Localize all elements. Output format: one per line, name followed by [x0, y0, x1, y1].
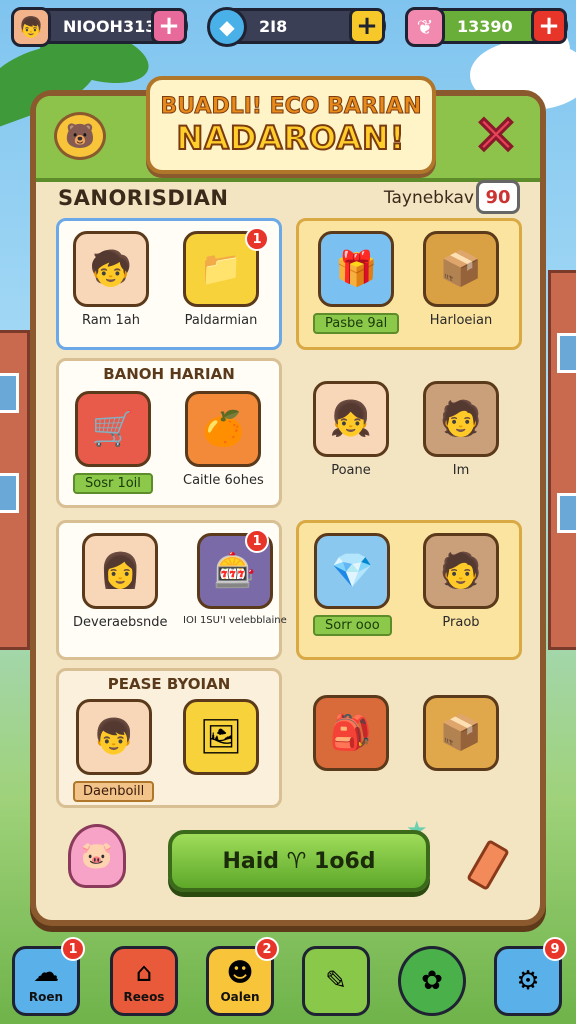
house-left [0, 330, 30, 650]
nav-label: Reeos [123, 990, 165, 1004]
reward-item[interactable]: 🎰 IOI 1SU'I velebblaine [183, 533, 287, 626]
nav-build[interactable]: ✎ [302, 946, 370, 1016]
bottom-nav: ☁ Roen 1 ⌂ Reeos ☻ Oalen 2 ✎ ✿ ⚙ 9 [8, 936, 568, 1016]
house-right [548, 270, 576, 650]
reward-card[interactable]: 👩 Deveraebsnde 🎰 IOI 1SU'I velebblaine 1 [56, 520, 287, 660]
close-icon[interactable]: ✕ [470, 106, 522, 165]
kid-gold-coin-icon: 👦 [75, 699, 152, 775]
reward-item[interactable]: 🛒 Sosr 1oil [73, 391, 153, 494]
red-cart-icon: 🛒 [74, 391, 151, 467]
cloud-face-icon: ☁ [33, 958, 59, 988]
item-label: Ram 1ah [82, 313, 140, 328]
kid-green-hat-icon: 🧑 [423, 381, 499, 457]
section-subtitle: Taynebkav [383, 188, 474, 208]
nav-badge: 2 [255, 937, 279, 961]
item-label: Daenboill [73, 781, 155, 802]
item-label: Sorr ooo [313, 615, 392, 636]
gems-plus-button[interactable]: + [349, 8, 385, 44]
card-header: BANOH HARIAN [103, 365, 235, 383]
item-label: Pasbe 9al [313, 313, 400, 334]
title-banner: BUADLI! ECO BARIAN NADAROAN! [146, 76, 436, 174]
tool-icon: ✎ [325, 966, 347, 996]
reward-item[interactable]: 🎒 [313, 695, 389, 771]
card-header: PEASE BYOIAN [107, 675, 231, 693]
reward-card[interactable]: 🧒 Ram 1ah 📁 Paldarmian 1 [56, 218, 282, 350]
reward-item[interactable]: 🧑 Im [423, 381, 499, 478]
reward-item[interactable]: 💎 Sorr ooo [313, 533, 392, 636]
banner-line-1: BUADLI! ECO BARIAN [160, 93, 422, 119]
card-badge: 1 [245, 227, 269, 251]
reward-item[interactable]: 🍊 Caitle 6ohes [183, 391, 264, 488]
reward-item[interactable]: 👩 Deveraebsnde [73, 533, 168, 630]
gem-icon: ◆ [207, 7, 247, 47]
golden-frame-icon: 🖼 [183, 699, 259, 775]
nav-settings[interactable]: ⚙ 9 [494, 937, 567, 1016]
nav-badge: 9 [543, 937, 567, 961]
reward-item[interactable]: 👧 Poane [313, 381, 389, 478]
reward-item[interactable]: 🖼 [183, 699, 259, 775]
treasure-box-icon: 📦 [423, 695, 499, 771]
wooden-crate-icon: 📦 [423, 231, 499, 307]
top-resource-bar: 👦 NIOOH3130 + ◆ 2I8 + ❦ 13390 + [6, 6, 570, 47]
reward-item[interactable]: 📦 Harloeian [423, 231, 499, 328]
item-label: Praob [442, 615, 480, 630]
bear-face-icon: ☻ [226, 958, 254, 988]
claim-button[interactable]: Haid ♈ 1o6d [168, 830, 430, 892]
blue-chest-icon: 🎁 [318, 231, 395, 307]
orange-fruit-icon: 🍊 [185, 391, 262, 467]
reward-item[interactable]: 🎁 Pasbe 9al [313, 231, 400, 334]
item-label: Poane [331, 463, 371, 478]
banner-line-2: NADAROAN! [176, 118, 406, 158]
kid-pineapple-icon: 👧 [313, 381, 389, 457]
gems-pill[interactable]: ◆ 2I8 + [207, 7, 386, 47]
reward-card[interactable]: PEASE BYOIAN 👦 Daenboill 🖼 [56, 668, 282, 808]
reward-card[interactable]: BANOH HARIAN 🛒 Sosr 1oil 🍊 Caitle 6ohes [56, 358, 282, 508]
nav-map[interactable]: ✿ [398, 946, 466, 1016]
reward-item[interactable]: 🧑 Praob [423, 533, 499, 630]
reward-card[interactable]: 💎 Sorr ooo 🧑 Praob [296, 520, 522, 660]
nav-home[interactable]: ☁ Roen 1 [12, 937, 85, 1016]
nav-shop[interactable]: ⌂ Reeos [110, 946, 178, 1016]
item-label: Deveraebsnde [73, 615, 168, 630]
hearts-pill[interactable]: ❦ 13390 + [405, 7, 568, 47]
blue-tablet-icon: 💎 [314, 533, 391, 609]
reward-card[interactable]: 🎒 📦 [296, 668, 522, 808]
item-label: IOI 1SU'I velebblaine [183, 615, 287, 626]
reward-item[interactable]: 🧒 Ram 1ah [73, 231, 149, 328]
item-label: Caitle 6ohes [183, 473, 264, 488]
player-pill[interactable]: 👦 NIOOH3130 + [11, 7, 188, 47]
item-label: Paldarmian [184, 313, 258, 328]
flower-icon: ✿ [421, 966, 443, 996]
item-label: Im [452, 463, 470, 478]
reward-card[interactable]: 👧 Poane 🧑 Im [296, 358, 522, 508]
section-title: SANORISDIAN [58, 186, 229, 210]
item-label: Harloeian [429, 313, 493, 328]
reward-item[interactable]: 👦 Daenboill [73, 699, 155, 802]
hearts-plus-button[interactable]: + [531, 8, 567, 44]
reward-item[interactable]: 📦 [423, 695, 499, 771]
player-plus-button[interactable]: + [151, 8, 187, 44]
item-label: Sosr 1oil [73, 473, 153, 494]
reward-panel: 🐻 BUADLI! ECO BARIAN NADAROAN! ✕ SANORIS… [30, 76, 546, 926]
kid-coin-icon: 🧒 [73, 231, 149, 307]
section-count-badge: 90 [476, 180, 520, 214]
card-badge: 1 [245, 529, 269, 553]
gear-icon: ⚙ [516, 966, 540, 996]
house-icon: ⌂ [135, 958, 153, 988]
nav-friends[interactable]: ☻ Oalen 2 [206, 937, 279, 1016]
player-avatar-icon[interactable]: 👦 [11, 7, 51, 47]
reward-card[interactable]: 🎁 Pasbe 9al 📦 Harloeian [296, 218, 522, 350]
backpack-icon: 🎒 [313, 695, 389, 771]
bear-icon: 🐻 [54, 112, 106, 160]
heart-icon: ❦ [405, 7, 445, 47]
nav-label: Roen [28, 990, 64, 1004]
nav-label: Oalen [220, 990, 260, 1004]
kid-coins-icon: 🧑 [423, 533, 499, 609]
pet-icon[interactable]: 🐷 [68, 824, 126, 888]
kid-cup-icon: 👩 [82, 533, 159, 609]
pencil-icon[interactable] [466, 839, 510, 891]
nav-badge: 1 [61, 937, 85, 961]
